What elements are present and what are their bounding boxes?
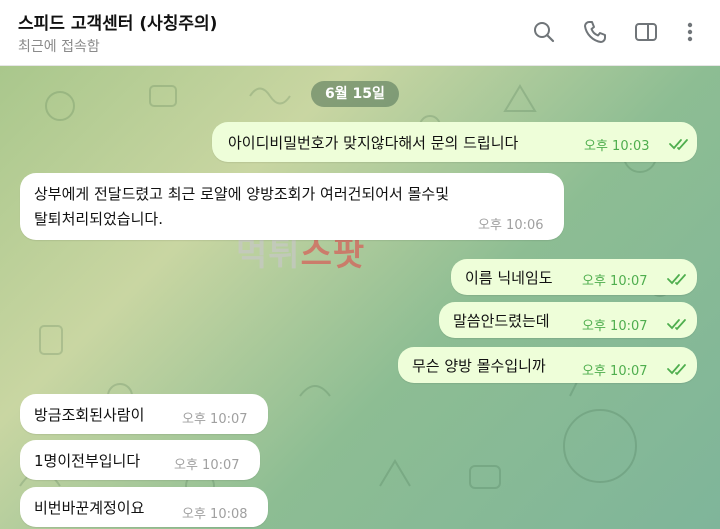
message-time: 오후 10:07 [174,458,240,473]
message-time: 오후 10:07 [182,412,248,427]
message-text: 1명이전부입니다 [34,452,141,470]
message-text: 방금조회된사람이 [34,406,145,424]
chat-area[interactable]: 6월 15일 먹튀스팟 아이디비밀번호가 맞지않다해서 문의 드립니다 오후 1… [0,66,720,529]
date-separator: 6월 15일 [311,81,399,107]
message-bubble-incoming[interactable]: 비번바꾼계정이요 오후 10:08 [20,487,268,527]
more-vertical-icon[interactable] [676,18,704,46]
message-bubble-incoming[interactable]: 1명이전부입니다 오후 10:07 [20,440,260,480]
double-check-icon [666,317,690,331]
double-check-icon [666,272,690,286]
double-check-icon [666,362,690,376]
last-seen-status: 최근에 접속함 [18,39,100,55]
message-time: 오후 10:06 [478,218,544,233]
phone-icon[interactable] [581,18,609,46]
message-text-line: 탈퇴처리되었습니다. [34,210,163,228]
message-text: 아이디비밀번호가 맞지않다해서 문의 드립니다 [228,134,519,152]
message-time: 오후 10:03 [584,139,650,154]
double-check-icon [668,137,692,151]
message-bubble-incoming[interactable]: 상부에게 전달드렸고 최근 로얄에 양방조회가 여러건되어서 몰수및 탈퇴처리되… [20,173,564,240]
message-time: 오후 10:07 [582,319,648,334]
message-bubble-outgoing[interactable]: 아이디비밀번호가 맞지않다해서 문의 드립니다 오후 10:03 [212,122,697,162]
message-text: 말씀안드렸는데 [453,312,550,330]
chat-title[interactable]: 스피드 고객센터 (사칭주의) [18,9,217,34]
message-time: 오후 10:07 [582,274,648,289]
message-text-line: 상부에게 전달드렸고 최근 로얄에 양방조회가 여러건되어서 몰수및 [34,185,450,203]
message-bubble-outgoing[interactable]: 무슨 양방 몰수입니까 오후 10:07 [398,347,697,383]
message-text: 비번바꾼계정이요 [34,499,145,517]
message-time: 오후 10:08 [182,507,248,522]
message-time: 오후 10:07 [582,364,648,379]
message-bubble-incoming[interactable]: 방금조회된사람이 오후 10:07 [20,394,268,434]
message-bubble-outgoing[interactable]: 이름 닉네임도 오후 10:07 [451,259,697,295]
search-icon[interactable] [530,18,558,46]
sidebar-toggle-icon[interactable] [632,18,660,46]
chat-header: 스피드 고객센터 (사칭주의) 최근에 접속함 [0,0,720,66]
message-text: 이름 닉네임도 [465,269,553,287]
message-text: 무슨 양방 몰수입니까 [412,357,546,375]
message-bubble-outgoing[interactable]: 말씀안드렸는데 오후 10:07 [439,302,697,338]
